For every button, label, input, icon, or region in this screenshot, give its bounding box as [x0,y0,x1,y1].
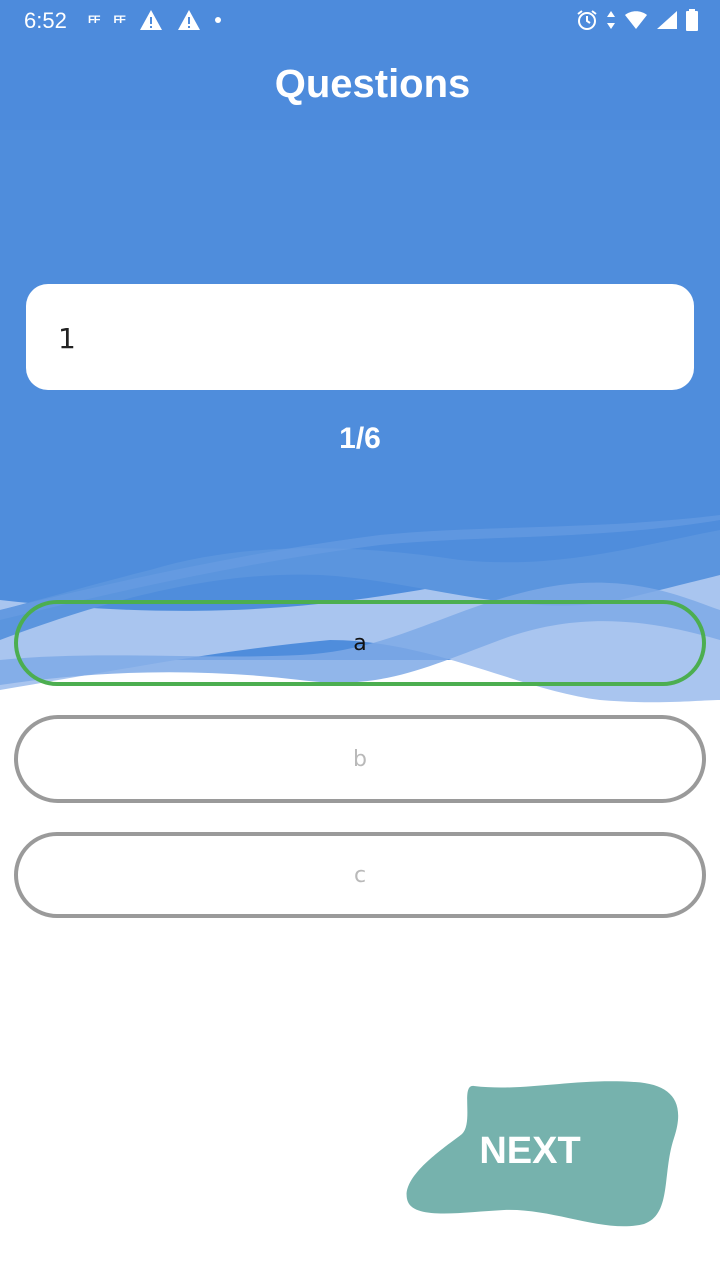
answer-option-label: c [353,862,367,888]
status-bar: 6:52 FF FF [0,0,720,40]
data-arrows-icon [607,11,615,29]
notification-icons: FF FF [88,6,221,34]
answer-option-a[interactable]: a [14,600,706,686]
question-card: 1 [26,284,694,390]
next-button[interactable]: NEXT [404,1078,684,1230]
battery-icon [686,9,698,31]
wifi-icon [625,11,647,29]
next-button-label: NEXT [479,1130,581,1172]
answer-option-c[interactable]: c [14,832,706,918]
warning-icon [177,10,200,30]
answer-option-b[interactable]: b [14,715,706,803]
status-time: 6:52 [24,8,67,33]
page-title: Questions [274,62,471,106]
system-icons [576,6,698,34]
warning-icon [139,10,162,30]
answer-option-label: a [353,630,367,656]
question-text: 1 [58,322,76,355]
progress-counter: 1/6 [339,422,381,455]
ff-icon: FF [88,14,100,26]
answer-option-label: b [353,746,367,772]
dot-icon [214,17,221,23]
signal-icon [657,11,677,29]
ff-icon: FF [113,14,125,26]
alarm-icon [577,10,597,30]
